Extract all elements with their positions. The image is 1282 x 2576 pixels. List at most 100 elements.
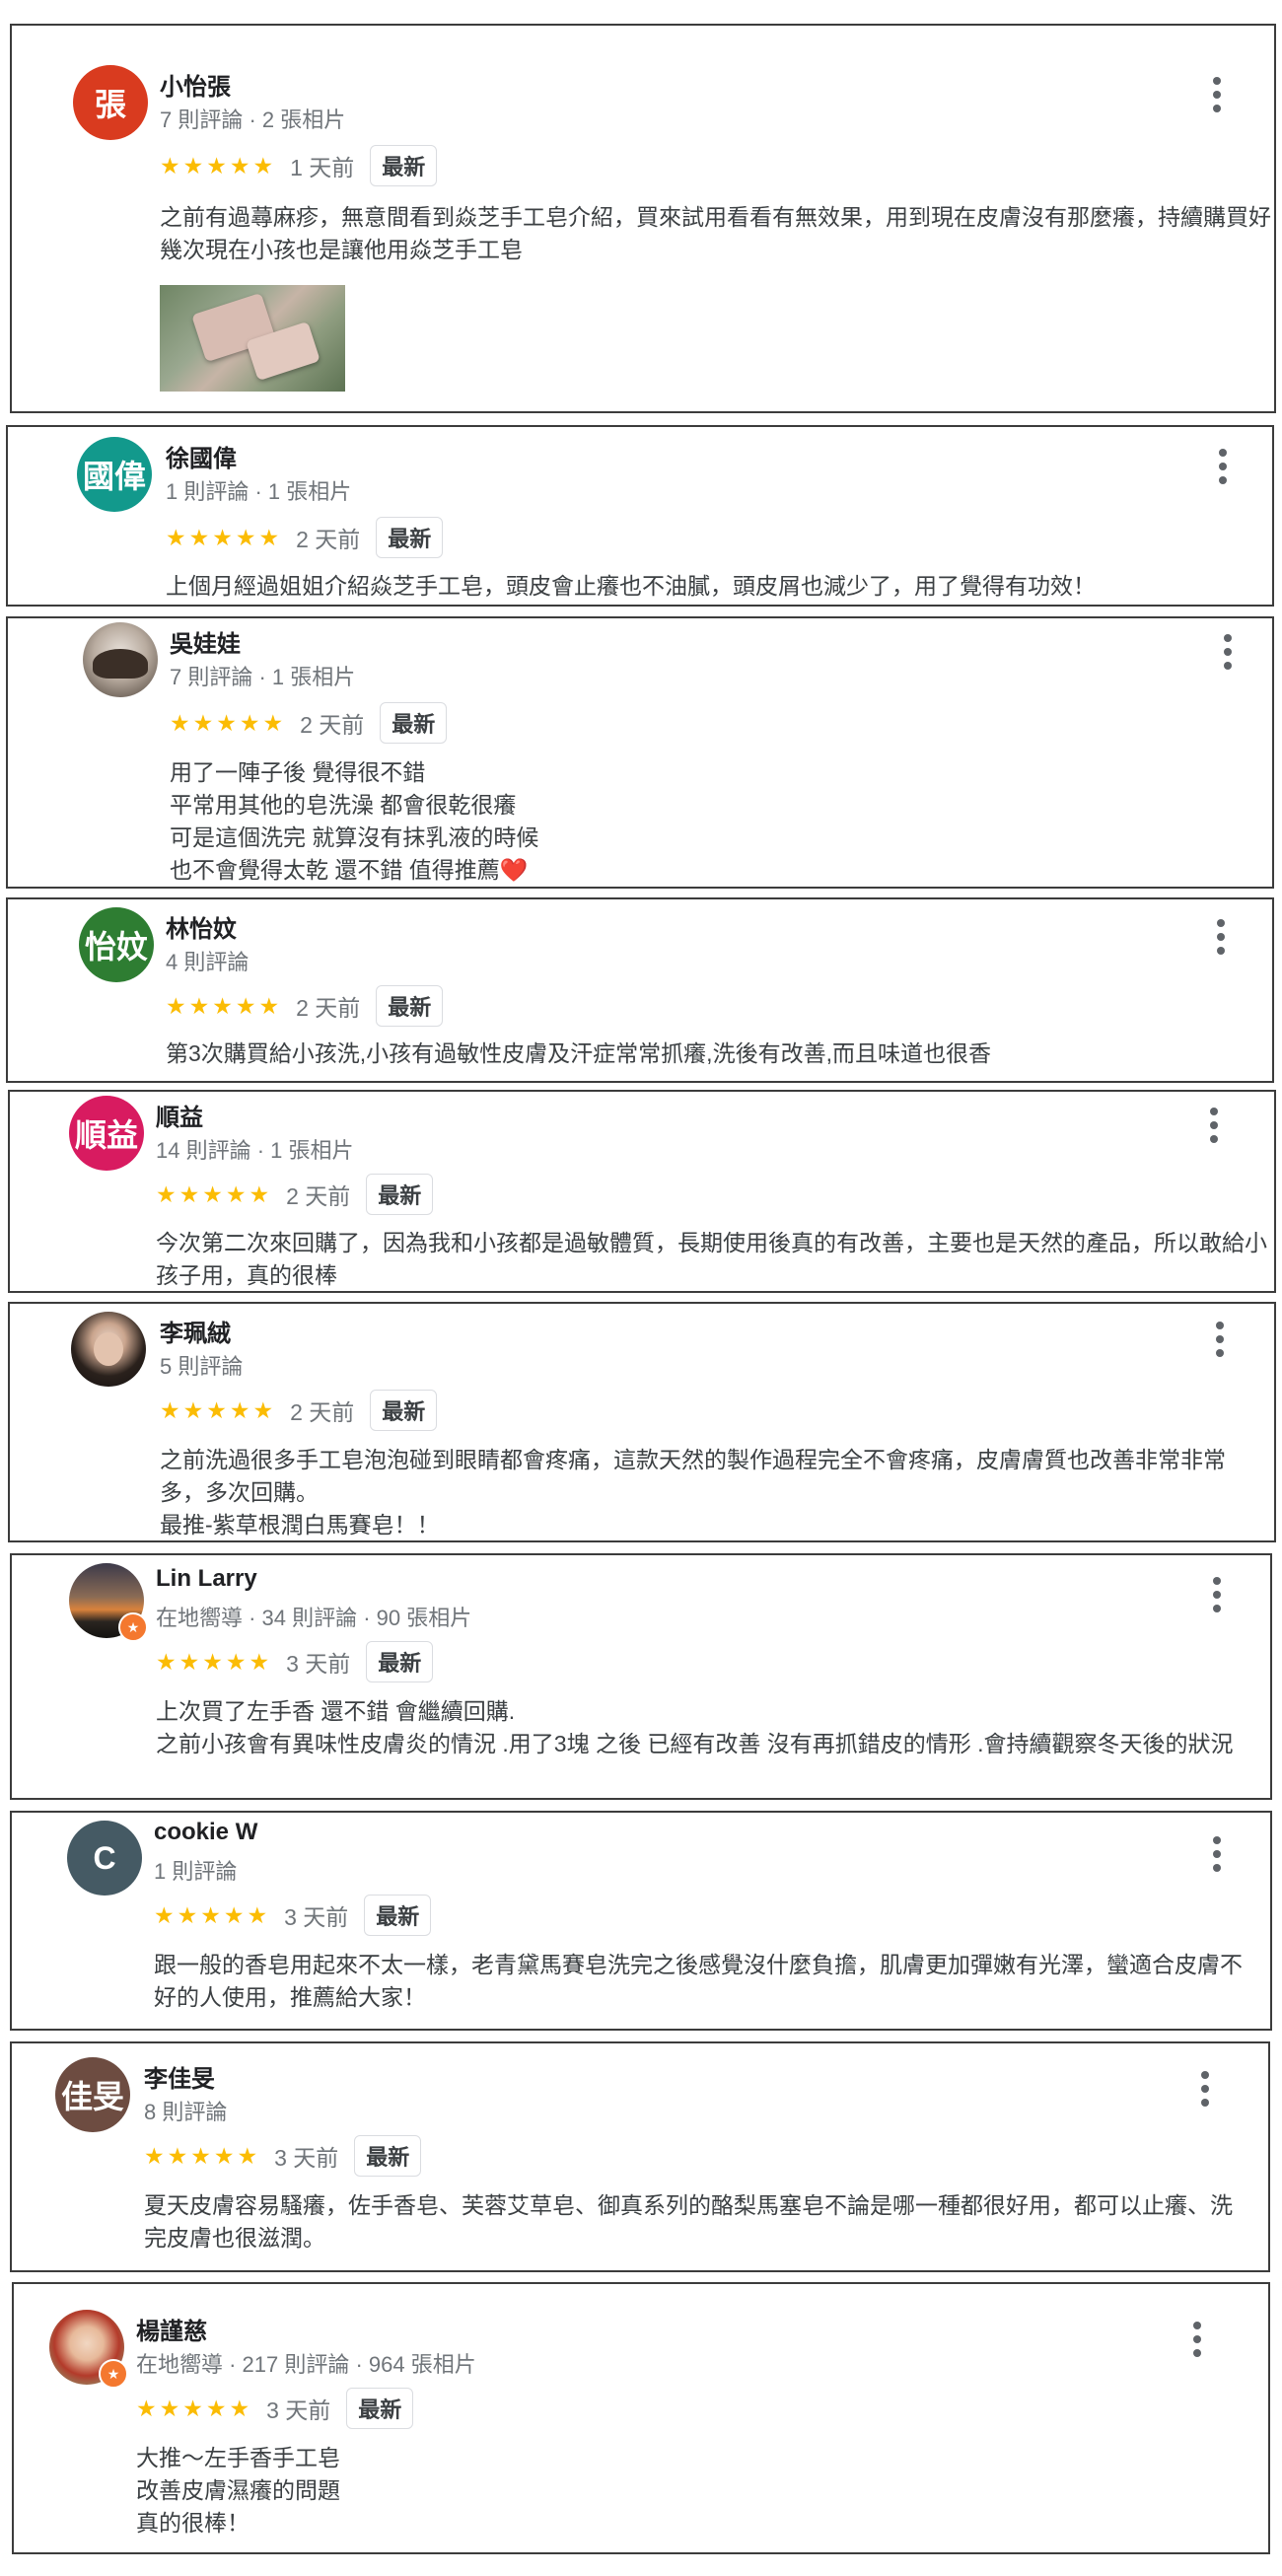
more-options-icon[interactable] [1223, 634, 1233, 670]
review-card: 李珮絨 5 則評論 ★★★★★ 2 天前 最新 之前洗過很多手工皂泡泡碰到眼睛都… [8, 1302, 1276, 1542]
more-options-icon[interactable] [1192, 2322, 1202, 2357]
rating-row: ★★★★★ 2 天前 最新 [170, 702, 448, 744]
review-card: 國偉 徐國偉 1 則評論 · 1 張相片 ★★★★★ 2 天前 最新 上個月經過… [6, 425, 1274, 607]
review-text: 用了一陣子後 覺得很不錯 平常用其他的皂洗澡 都會很乾很癢 可是這個洗完 就算沒… [170, 759, 539, 883]
star-rating: ★★★★★ [156, 1181, 273, 1207]
review-card: C cookie W 1 則評論 ★★★★★ 3 天前 最新 跟一般的香皂用起來… [10, 1811, 1272, 2031]
review-time: 2 天前 [286, 1183, 351, 1209]
star-rating: ★★★★★ [160, 152, 277, 179]
review-text: 大推～左手香手工皂 改善皮膚濕癢的問題 真的很棒！ [136, 2445, 340, 2536]
new-badge: 最新 [376, 985, 444, 1027]
review-card: 張 小怡張 7 則評論 · 2 張相片 ★★★★★ 1 天前 最新 之前有過蕁麻… [10, 24, 1276, 413]
rating-row: ★★★★★ 3 天前 最新 [136, 2388, 414, 2429]
review-text: 上次買了左手香 還不錯 會繼續回購. 之前小孩會有異味性皮膚炎的情況 .用了3塊… [156, 1698, 1234, 1756]
profile-photo-icon [93, 649, 148, 679]
avatar[interactable]: ★ [49, 2310, 128, 2389]
new-badge: 最新 [380, 702, 448, 744]
review-time: 2 天前 [300, 712, 365, 738]
review-card: 怡妏 林怡妏 4 則評論 ★★★★★ 2 天前 最新 第3次購買給小孩洗,小孩有… [6, 897, 1274, 1083]
reviewer-name[interactable]: 李珮絨 [160, 1314, 231, 1348]
reviewer-meta: 1 則評論 · 1 張相片 [166, 479, 352, 504]
reviewer-name[interactable]: 小怡張 [160, 67, 231, 102]
profile-photo-icon [94, 1332, 123, 1366]
more-options-icon[interactable] [1212, 1836, 1222, 1872]
new-badge: 最新 [370, 1390, 438, 1431]
new-badge: 最新 [376, 517, 444, 558]
reviewer-meta: 在地嚮導 · 34 則評論 · 90 張相片 [156, 1606, 472, 1630]
review-text: 第3次購買給小孩洗,小孩有過敏性皮膚及汗症常常抓癢,洗後有改善,而且味道也很香 [166, 1040, 991, 1066]
more-options-icon[interactable] [1209, 1108, 1219, 1143]
reviewer-meta: 7 則評論 · 1 張相片 [170, 665, 356, 689]
reviewer-meta: 14 則評論 · 1 張相片 [156, 1138, 354, 1163]
star-rating: ★★★★★ [144, 2142, 261, 2169]
rating-row: ★★★★★ 2 天前 最新 [160, 1390, 438, 1431]
more-options-icon[interactable] [1215, 1322, 1225, 1357]
reviewer-meta: 7 則評論 · 2 張相片 [160, 107, 346, 132]
more-options-icon[interactable] [1212, 77, 1222, 112]
review-text: 跟一般的香皂用起來不太一樣，老青黛馬賽皂洗完之後感覺沒什麼負擔，肌膚更加彈嫩有光… [154, 1952, 1243, 2010]
reviewer-meta: 1 則評論 [154, 1859, 238, 1884]
reviewer-name[interactable]: cookie W [154, 1819, 257, 1846]
star-rating: ★★★★★ [156, 1648, 273, 1675]
reviewer-name[interactable]: 順益 [156, 1098, 203, 1132]
rating-row: ★★★★★ 3 天前 最新 [144, 2135, 422, 2177]
review-time: 3 天前 [274, 2145, 339, 2171]
review-card: 吳娃娃 7 則評論 · 1 張相片 ★★★★★ 2 天前 最新 用了一陣子後 覺… [6, 616, 1274, 889]
more-options-icon[interactable] [1200, 2071, 1210, 2107]
review-time: 1 天前 [290, 155, 355, 180]
star-rating: ★★★★★ [166, 992, 283, 1019]
avatar[interactable]: 怡妏 [79, 907, 154, 982]
star-rating: ★★★★★ [166, 524, 283, 550]
reviewer-name[interactable]: 楊謹慈 [136, 2312, 207, 2346]
local-guide-star-icon: ★ [118, 1612, 148, 1642]
star-rating: ★★★★★ [136, 2395, 253, 2421]
review-time: 2 天前 [290, 1399, 355, 1425]
new-badge: 最新 [346, 2388, 414, 2429]
more-options-icon[interactable] [1218, 449, 1228, 484]
new-badge: 最新 [364, 1895, 432, 1936]
local-guide-star-icon: ★ [99, 2359, 128, 2389]
reviewer-name[interactable]: 李佳旻 [144, 2059, 215, 2094]
review-photo[interactable] [160, 285, 345, 392]
avatar[interactable]: 順益 [69, 1096, 144, 1171]
review-time: 3 天前 [286, 1651, 351, 1677]
avatar[interactable]: 國偉 [77, 437, 152, 512]
review-time: 2 天前 [296, 995, 361, 1021]
review-time: 3 天前 [284, 1904, 349, 1930]
reviewer-name[interactable]: Lin Larry [156, 1565, 257, 1593]
avatar[interactable]: 佳旻 [55, 2057, 130, 2132]
star-rating: ★★★★★ [160, 1396, 277, 1423]
more-options-icon[interactable] [1216, 919, 1226, 955]
rating-row: ★★★★★ 2 天前 最新 [166, 517, 444, 558]
new-badge: 最新 [366, 1174, 434, 1215]
review-text: 之前洗過很多手工皂泡泡碰到眼睛都會疼痛，這款天然的製作過程完全不會疼痛，皮膚膚質… [160, 1447, 1226, 1538]
review-card: 順益 順益 14 則評論 · 1 張相片 ★★★★★ 2 天前 最新 今次第二次… [8, 1090, 1276, 1293]
avatar[interactable]: ★ [69, 1563, 148, 1642]
avatar[interactable]: C [67, 1821, 142, 1896]
more-options-icon[interactable] [1212, 1577, 1222, 1612]
reviewer-name[interactable]: 吳娃娃 [170, 624, 241, 659]
avatar[interactable]: 張 [73, 65, 148, 140]
rating-row: ★★★★★ 2 天前 最新 [166, 985, 444, 1027]
new-badge: 最新 [370, 145, 438, 186]
review-card: ★ Lin Larry 在地嚮導 · 34 則評論 · 90 張相片 ★★★★★… [10, 1553, 1272, 1800]
rating-row: ★★★★★ 3 天前 最新 [156, 1641, 434, 1682]
avatar[interactable] [83, 622, 158, 697]
star-rating: ★★★★★ [154, 1901, 271, 1928]
star-rating: ★★★★★ [170, 709, 287, 736]
review-text: 之前有過蕁麻疹，無意間看到焱芝手工皂介紹，買來試用看看有無效果，用到現在皮膚沒有… [160, 204, 1271, 262]
review-time: 3 天前 [266, 2397, 331, 2423]
review-card: ★ 楊謹慈 在地嚮導 · 217 則評論 · 964 張相片 ★★★★★ 3 天… [12, 2282, 1270, 2554]
reviewer-meta: 5 則評論 [160, 1354, 244, 1379]
rating-row: ★★★★★ 3 天前 最新 [154, 1895, 432, 1936]
review-text: 夏天皮膚容易騷癢，佐手香皂、芙蓉艾草皂、御真系列的酪梨馬塞皂不論是哪一種都很好用… [144, 2192, 1233, 2251]
review-text: 今次第二次來回購了，因為我和小孩都是過敏體質，長期使用後真的有改善，主要也是天然… [156, 1230, 1267, 1288]
reviewer-name[interactable]: 徐國偉 [166, 439, 237, 473]
review-time: 2 天前 [296, 527, 361, 552]
reviewer-name[interactable]: 林怡妏 [166, 909, 237, 944]
rating-row: ★★★★★ 1 天前 最新 [160, 145, 438, 186]
reviewer-meta: 在地嚮導 · 217 則評論 · 964 張相片 [136, 2352, 476, 2377]
rating-row: ★★★★★ 2 天前 最新 [156, 1174, 434, 1215]
new-badge: 最新 [354, 2135, 422, 2177]
avatar[interactable] [71, 1312, 146, 1387]
